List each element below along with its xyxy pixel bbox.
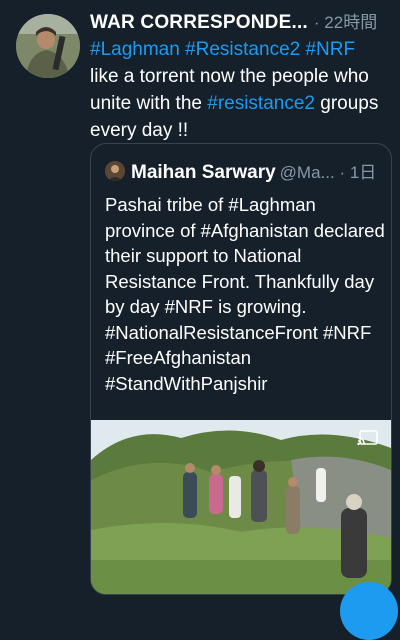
avatar-photo <box>16 14 80 78</box>
quote-text: Pashai tribe of #Laghman province of #Af… <box>105 192 385 396</box>
author-name[interactable]: WAR CORRESPONDE... <box>90 12 308 33</box>
hashtag-link[interactable]: #NRF <box>305 39 355 60</box>
quote-video-thumbnail[interactable] <box>91 420 391 594</box>
quote-text-line: #NationalResistanceFront #NRF <box>105 321 372 343</box>
quote-header: Maihan Sarwary @Ma... · 1日 <box>105 158 381 184</box>
timestamp[interactable]: · 22時間 <box>314 13 377 32</box>
quote-text-line: Pashai tribe of #Laghman province of #Af… <box>105 194 385 317</box>
compose-tweet-button[interactable] <box>340 582 398 640</box>
tweet-header: WAR CORRESPONDE... · 22時間 <box>90 8 392 36</box>
quote-text-line: #FreeAfghanistan <box>105 347 252 368</box>
hashtag-link[interactable]: #resistance2 <box>207 93 315 114</box>
quote-handle-time: @Ma... · 1日 <box>279 163 377 182</box>
tweet[interactable]: WAR CORRESPONDE... · 22時間 #Laghman #Resis… <box>0 0 400 640</box>
cast-icon-glyph <box>357 430 378 446</box>
video-frame <box>91 420 391 594</box>
quote-author-avatar <box>105 161 125 181</box>
quote-tweet-card[interactable]: Maihan Sarwary @Ma... · 1日 Pashai tribe o… <box>90 143 392 595</box>
quote-text-line: #StandWithPanjshir <box>105 372 268 394</box>
tweet-text: #Laghman #Resistance2 #NRF like a torren… <box>90 36 390 144</box>
hashtag-link[interactable]: #Laghman <box>90 39 180 60</box>
author-avatar[interactable] <box>16 14 80 78</box>
avatar-photo <box>105 161 125 181</box>
quote-author-name: Maihan Sarwary <box>131 162 276 183</box>
hashtag-link[interactable]: #Resistance2 <box>185 39 300 60</box>
cast-icon[interactable] <box>357 430 379 453</box>
